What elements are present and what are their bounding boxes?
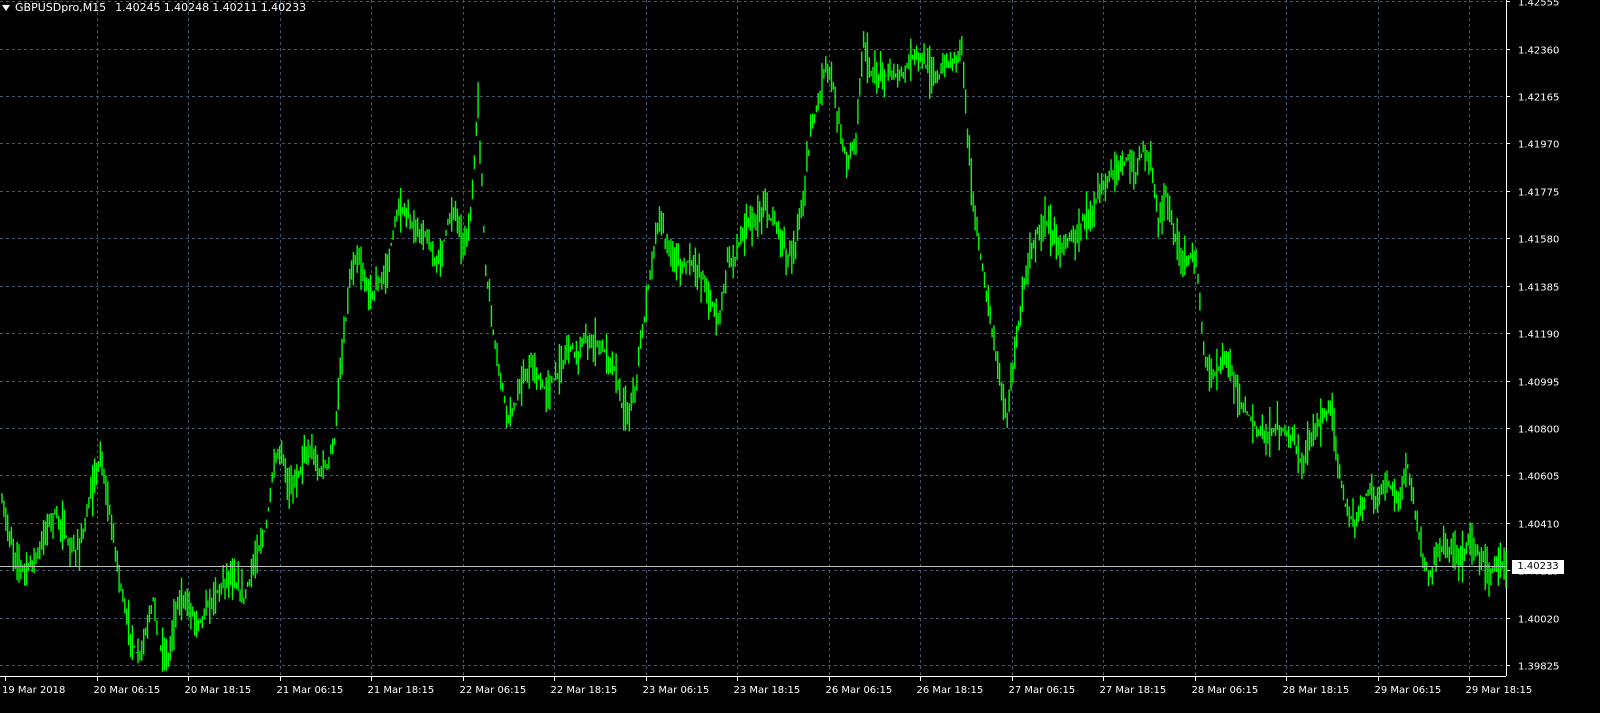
close-price: 1.40233	[260, 1, 307, 14]
x-tick-label: 27 Mar 06:15	[1009, 685, 1076, 696]
x-tick-label: 23 Mar 06:15	[643, 685, 710, 696]
chart-canvas[interactable]: 19 Mar 2018 20 Mar 06:15 20 Mar 18:15 21 Ma…	[0, 0, 1600, 713]
symbol-header: GBPUSDpro,M15 1.40245 1.40248 1.40211 1.…	[2, 1, 306, 14]
y-tick-label: 1.41970	[1518, 140, 1559, 151]
symbol-timeframe: GBPUSDpro,M15	[15, 1, 107, 14]
y-tick-label: 1.41580	[1518, 235, 1559, 246]
x-tick-label: 21 Mar 06:15	[277, 685, 344, 696]
x-tick-label: 23 Mar 18:15	[734, 685, 801, 696]
y-tick-label: 1.42360	[1518, 46, 1559, 57]
x-tick-label: 28 Mar 18:15	[1283, 685, 1350, 696]
x-tick-label: 26 Mar 06:15	[826, 685, 893, 696]
y-tick-label: 1.42165	[1518, 93, 1559, 104]
trading-chart[interactable]: 19 Mar 2018 20 Mar 06:15 20 Mar 18:15 21 Ma…	[0, 0, 1600, 713]
y-tick-label: 1.41190	[1518, 330, 1559, 341]
x-tick-label: 29 Mar 18:15	[1466, 685, 1533, 696]
x-tick-label: 28 Mar 06:15	[1192, 685, 1259, 696]
x-tick-label: 26 Mar 18:15	[917, 685, 984, 696]
y-tick-label: 1.42555	[1518, 0, 1559, 9]
x-tick-label: 20 Mar 06:15	[94, 685, 161, 696]
x-tick-label: 22 Mar 18:15	[551, 685, 618, 696]
x-tick-label: 21 Mar 18:15	[368, 685, 435, 696]
y-tick-label: 1.40800	[1518, 425, 1559, 436]
y-tick-label: 1.41385	[1518, 283, 1559, 294]
y-tick-label: 1.41775	[1518, 188, 1559, 199]
x-tick-label: 19 Mar 2018	[2, 685, 65, 696]
x-tick-label: 20 Mar 18:15	[185, 685, 252, 696]
x-tick-label: 22 Mar 06:15	[460, 685, 527, 696]
low-price: 1.40211	[212, 1, 258, 14]
y-tick-label: 1.40020	[1518, 615, 1559, 626]
y-tick-label: 1.40605	[1518, 472, 1559, 483]
x-tick-label: 27 Mar 18:15	[1100, 685, 1167, 696]
high-price: 1.40248	[163, 1, 210, 14]
y-tick-label: 1.40410	[1518, 520, 1559, 531]
y-tick-label: 1.40995	[1518, 378, 1559, 389]
open-price: 1.40245	[115, 1, 161, 14]
price-series	[1, 31, 1507, 672]
y-tick-label: 1.39825	[1518, 662, 1559, 673]
chart-menu-icon[interactable]	[2, 4, 10, 11]
current-price-label: 1.40233	[1512, 559, 1564, 574]
x-tick-label: 29 Mar 06:15	[1375, 685, 1442, 696]
